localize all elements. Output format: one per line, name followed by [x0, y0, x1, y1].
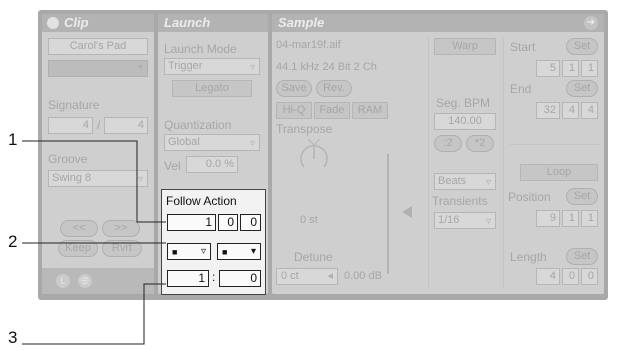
callout-lines [22, 140, 166, 345]
